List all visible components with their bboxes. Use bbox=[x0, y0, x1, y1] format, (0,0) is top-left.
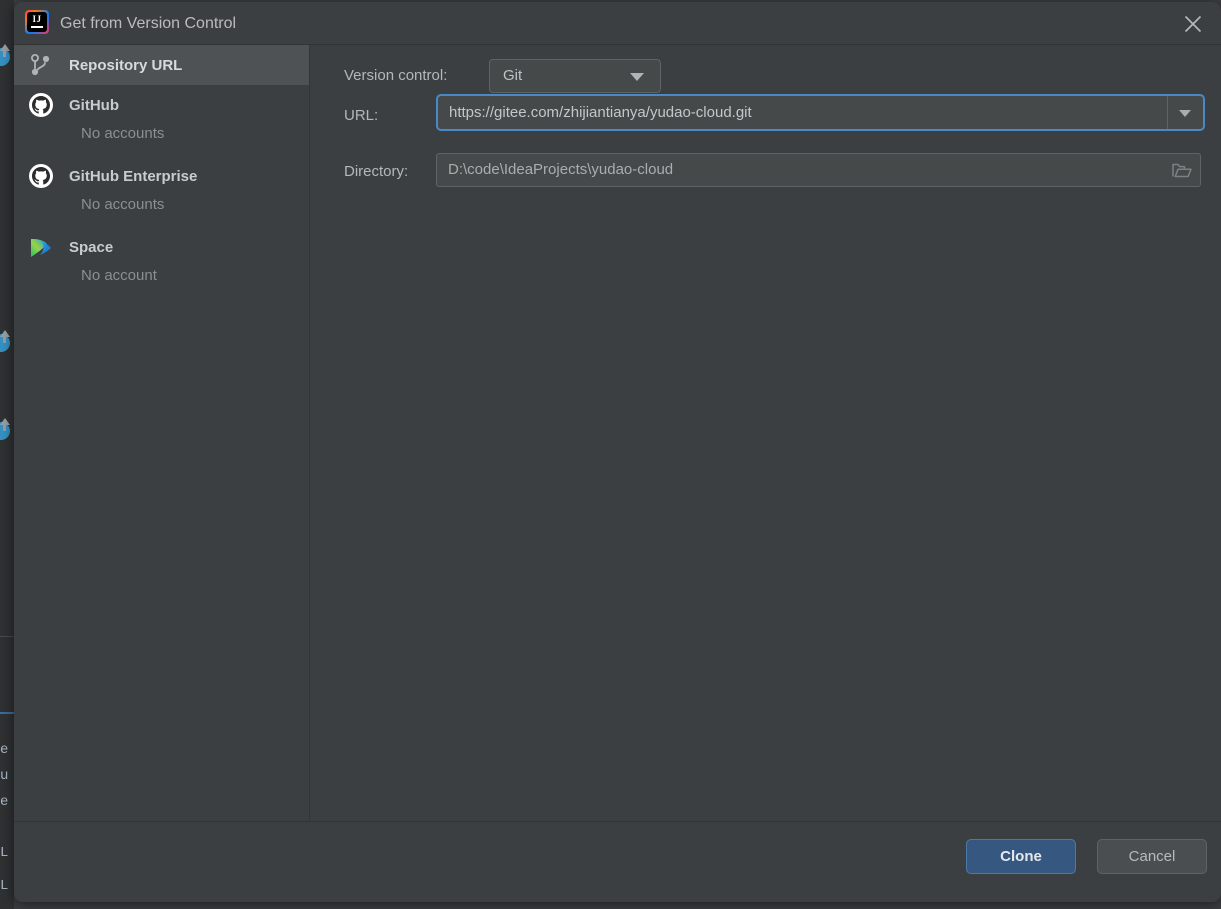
url-label: URL: bbox=[344, 107, 379, 124]
ide-divider bbox=[0, 712, 14, 714]
url-row: URL: https://gitee.com/zhijiantianya/yud… bbox=[344, 94, 1221, 131]
sidebar-item-status: No accounts bbox=[81, 196, 165, 213]
ide-text-fragment: u bbox=[0, 768, 9, 784]
sidebar-item-label: Space bbox=[69, 238, 114, 256]
ide-text-fragment: L bbox=[0, 845, 9, 861]
directory-row: Directory: D:\code\IdeaProjects\yudao-cl… bbox=[344, 153, 1221, 187]
get-from-version-control-dialog: IJ Get from Version Control Repository U… bbox=[14, 2, 1221, 902]
sidebar-item-label: Repository URL bbox=[69, 56, 183, 74]
sidebar-item-label: GitHub bbox=[69, 96, 119, 114]
url-input[interactable]: https://gitee.com/zhijiantianya/yudao-cl… bbox=[436, 94, 1205, 131]
ide-gutter-icon bbox=[0, 418, 14, 440]
version-control-row: Version control: Git bbox=[344, 59, 1221, 93]
github-icon bbox=[26, 90, 56, 120]
sidebar-item-github-enterprise[interactable]: GitHub Enterprise No accounts bbox=[14, 156, 309, 227]
dialog-titlebar: IJ Get from Version Control bbox=[14, 2, 1221, 45]
sidebar-item-space[interactable]: Space No account bbox=[14, 227, 309, 298]
ide-gutter-icon bbox=[0, 44, 14, 66]
source-list: Repository URL GitHub No accounts GitHub… bbox=[14, 45, 310, 821]
ide-text-fragment: e bbox=[0, 794, 9, 810]
directory-input[interactable]: D:\code\IdeaProjects\yudao-cloud bbox=[436, 153, 1201, 187]
sidebar-item-status: No account bbox=[81, 267, 157, 284]
clone-button[interactable]: Clone bbox=[966, 839, 1076, 874]
github-icon bbox=[26, 161, 56, 191]
chevron-down-icon bbox=[1179, 110, 1191, 117]
ide-text-fragment: e bbox=[0, 742, 9, 758]
url-value: https://gitee.com/zhijiantianya/yudao-cl… bbox=[449, 104, 752, 121]
chevron-down-icon bbox=[630, 73, 644, 81]
sidebar-item-label: GitHub Enterprise bbox=[69, 167, 198, 185]
version-control-select[interactable]: Git bbox=[489, 59, 661, 93]
intellij-idea-icon: IJ bbox=[25, 10, 49, 34]
git-branch-icon bbox=[26, 50, 56, 80]
dialog-content: Version control: Git URL: https://gitee.… bbox=[311, 45, 1221, 821]
ide-text-fragment: L bbox=[0, 878, 9, 894]
version-control-label: Version control: bbox=[344, 67, 448, 84]
directory-label: Directory: bbox=[344, 163, 409, 180]
sidebar-item-repository-url[interactable]: Repository URL bbox=[14, 45, 309, 85]
version-control-value: Git bbox=[503, 67, 523, 84]
url-history-dropdown-button[interactable] bbox=[1167, 96, 1203, 129]
directory-value: D:\code\IdeaProjects\yudao-cloud bbox=[448, 161, 674, 178]
ide-divider bbox=[0, 636, 14, 637]
sidebar-item-status: No accounts bbox=[81, 125, 165, 142]
dialog-footer: Clone Cancel bbox=[14, 821, 1221, 902]
folder-icon[interactable] bbox=[1168, 158, 1196, 182]
ide-gutter-icon bbox=[0, 330, 14, 352]
dialog-title: Get from Version Control bbox=[60, 15, 237, 32]
jetbrains-space-icon bbox=[26, 232, 56, 262]
close-icon[interactable] bbox=[1165, 2, 1221, 45]
cancel-button[interactable]: Cancel bbox=[1097, 839, 1207, 874]
ide-gutter: e u e L L bbox=[0, 0, 14, 909]
sidebar-item-github[interactable]: GitHub No accounts bbox=[14, 85, 309, 156]
